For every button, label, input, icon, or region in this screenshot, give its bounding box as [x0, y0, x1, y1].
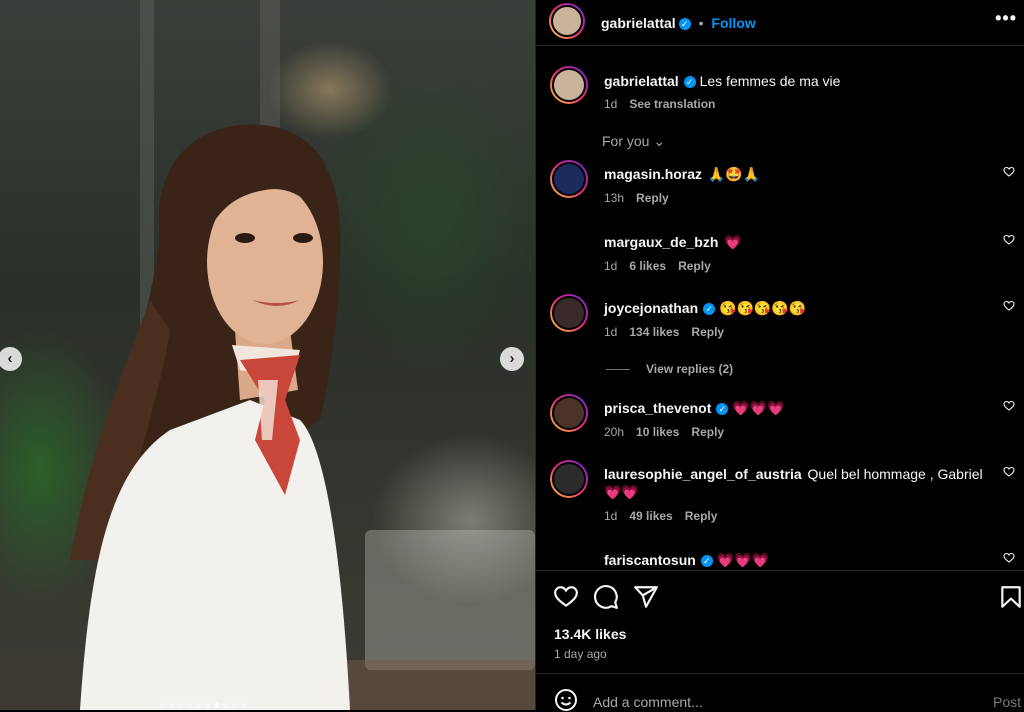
verified-icon: ✓ [703, 303, 716, 316]
carousel-dot [160, 703, 165, 708]
likes-count[interactable]: 13.4K likes [554, 626, 626, 642]
commenter-avatar[interactable] [550, 294, 588, 332]
carousel-dot [205, 703, 210, 708]
comment-like-heart-icon[interactable] [1003, 166, 1015, 178]
commenter-avatar[interactable] [550, 228, 588, 266]
commenter-username[interactable]: prisca_thevenot [604, 400, 711, 416]
comment-row: fariscantosun ✓ 💗💗💗 [550, 546, 1015, 569]
portrait-illustration [70, 124, 350, 710]
author-avatar[interactable] [549, 3, 585, 39]
carousel-dot [196, 703, 201, 708]
comment-like-heart-icon[interactable] [1003, 300, 1015, 312]
comment-text: 🙏🤩🙏 [707, 166, 761, 182]
comment-time: 1d [604, 259, 618, 273]
comment-time: 1d [604, 509, 618, 523]
author-username[interactable]: gabrielattal [601, 15, 676, 31]
sort-selector[interactable]: For you ⌄ [602, 133, 665, 150]
author-avatar[interactable] [550, 66, 588, 104]
comment-input[interactable]: Add a comment... [593, 694, 703, 710]
comment-time: 1d [604, 325, 618, 339]
comment-like-heart-icon[interactable] [1003, 234, 1015, 246]
comment-time: 20h [604, 425, 625, 439]
reply-button[interactable]: Reply [678, 259, 711, 273]
caption-time: 1d [604, 97, 618, 111]
carousel-dot [187, 703, 192, 708]
comment-likes[interactable]: 49 likes [629, 509, 672, 523]
carousel-dot [223, 703, 228, 708]
comment-likes[interactable]: 6 likes [629, 259, 666, 273]
post-time: 1 day ago [554, 647, 607, 661]
comment-likes[interactable]: 134 likes [629, 325, 679, 339]
see-translation-link[interactable]: See translation [629, 97, 715, 111]
comment-text: 💗 [724, 234, 742, 250]
follow-button[interactable]: Follow [711, 15, 755, 31]
comment-like-heart-icon[interactable] [1003, 400, 1015, 412]
action-bar: 13.4K likes 1 day ago [536, 570, 1024, 674]
carousel-dot [169, 703, 174, 708]
caption-username[interactable]: gabrielattal [604, 73, 679, 89]
comment-row: joycejonathan ✓ 😘😘😘😘😘 1d 134 likes Reply [550, 294, 1015, 350]
carousel-indicator [160, 703, 246, 708]
comment-likes[interactable]: 10 likes [636, 425, 679, 439]
comment-like-heart-icon[interactable] [1003, 466, 1015, 478]
share-icon[interactable] [633, 584, 659, 610]
sort-label: For you [602, 133, 650, 149]
verified-icon: ✓ [678, 18, 691, 31]
verified-icon: ✓ [716, 403, 729, 416]
comment-like-heart-icon[interactable] [1003, 552, 1015, 564]
carousel-dot [214, 703, 219, 708]
emoji-icon[interactable] [554, 688, 578, 712]
post-comment-button[interactable]: Post [993, 694, 1021, 710]
carousel-dot [178, 703, 183, 708]
separator-dot: • [698, 15, 704, 31]
comment-row: lauresophie_angel_of_austria Quel bel ho… [550, 460, 1015, 523]
caption-text: Les femmes de ma vie [699, 73, 841, 89]
comments-list[interactable]: gabrielattal ✓ Les femmes de ma vie 1d See… [536, 46, 1024, 569]
comment-text: 💗💗💗 [716, 552, 769, 568]
more-options-icon[interactable]: ••• [995, 8, 1017, 29]
next-image-button[interactable]: › [500, 347, 524, 371]
post-panel: gabrielattal ✓ • Follow ••• gabrielattal ✓… [535, 0, 1024, 711]
reply-button[interactable]: Reply [636, 191, 669, 205]
carousel-dot [232, 703, 237, 708]
post-header: gabrielattal ✓ • Follow ••• [536, 0, 1024, 46]
commenter-avatar[interactable] [550, 160, 588, 198]
commenter-avatar[interactable] [550, 460, 588, 498]
view-replies-link[interactable]: View replies (2) [606, 362, 733, 376]
caption-row: gabrielattal ✓ Les femmes de ma vie 1d See… [550, 66, 1015, 116]
commenter-avatar[interactable] [550, 394, 588, 432]
commenter-username[interactable]: joycejonathan [604, 300, 698, 316]
reply-button[interactable]: Reply [685, 509, 718, 523]
reply-button[interactable]: Reply [691, 325, 724, 339]
chevron-down-icon: ⌄ [653, 133, 666, 149]
reply-button[interactable]: Reply [691, 425, 724, 439]
add-comment-bar: Add a comment... Post [536, 673, 1024, 711]
comment-text: 😘😘😘😘😘 [719, 300, 807, 316]
commenter-username[interactable]: magasin.horaz [604, 166, 702, 182]
commenter-avatar[interactable] [550, 546, 588, 569]
comment-icon[interactable] [593, 584, 619, 610]
verified-icon: ✓ [700, 555, 713, 568]
verified-icon: ✓ [683, 76, 696, 89]
comment-row: margaux_de_bzh 💗 1d 6 likes Reply [550, 228, 1015, 284]
comment-text: 💗💗💗 [732, 400, 785, 416]
save-bookmark-icon[interactable] [998, 584, 1024, 610]
post-photo: ‹ › [0, 0, 535, 710]
comment-time: 13h [604, 191, 625, 205]
comment-row: magasin.horaz 🙏🤩🙏 13h Reply [550, 160, 1015, 216]
commenter-username[interactable]: lauresophie_angel_of_austria [604, 466, 802, 482]
commenter-username[interactable]: margaux_de_bzh [604, 234, 718, 250]
carousel-dot [241, 703, 246, 708]
commenter-username[interactable]: fariscantosun [604, 552, 696, 568]
like-heart-icon[interactable] [553, 584, 579, 610]
comment-row: prisca_thevenot ✓ 💗💗💗 20h 10 likes Reply [550, 394, 1015, 450]
